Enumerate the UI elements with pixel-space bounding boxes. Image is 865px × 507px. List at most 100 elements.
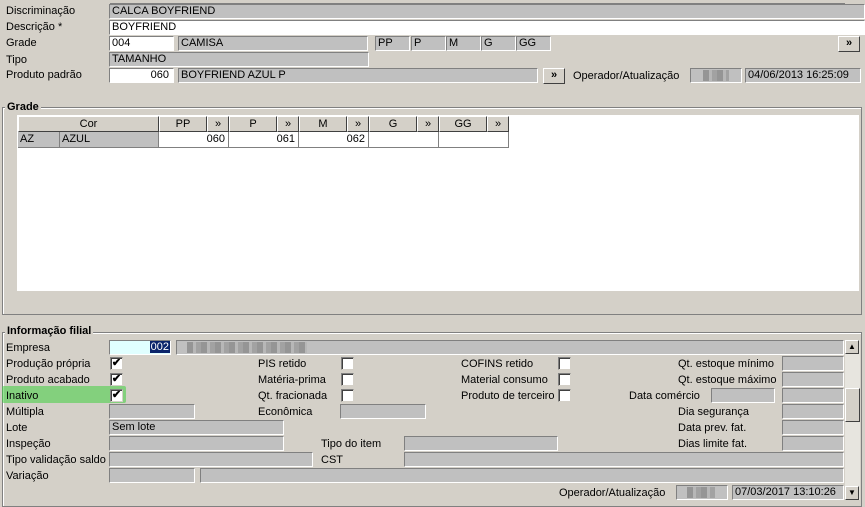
- col-header-p: P: [229, 116, 277, 132]
- cofins-retido-label: COFINS retido: [461, 358, 534, 370]
- grade-size-m: M: [446, 36, 481, 51]
- dia-seguranca-label: Dia segurança: [678, 406, 749, 418]
- info-filial-title: Informação filial: [5, 325, 94, 337]
- produto-acabado-checkbox[interactable]: ✔: [110, 373, 123, 386]
- descricao-label: Descrição *: [6, 21, 63, 33]
- col-gg-expand-button[interactable]: »: [487, 116, 509, 132]
- data-comercio-label: Data comércio: [629, 390, 700, 402]
- dia-seguranca-field[interactable]: [782, 404, 844, 419]
- row-cell-pp[interactable]: 060: [159, 132, 229, 148]
- row-cell-gg[interactable]: [439, 132, 509, 148]
- row-color-name[interactable]: AZUL: [60, 132, 159, 148]
- grade-size-pp: PP: [375, 36, 410, 51]
- grade-label: Grade: [6, 37, 37, 49]
- tipo-field: TAMANHO: [109, 52, 369, 67]
- produto-terceiro-checkbox[interactable]: [558, 389, 571, 402]
- producao-propria-checkbox[interactable]: ✔: [110, 357, 123, 370]
- grade-name-field: CAMISA: [178, 36, 368, 51]
- scroll-down-button[interactable]: ▼: [845, 486, 859, 500]
- material-consumo-label: Material consumo: [461, 374, 548, 386]
- multipla-field[interactable]: [109, 404, 195, 419]
- lote-label: Lote: [6, 422, 28, 434]
- inspecao-field[interactable]: [109, 436, 284, 451]
- tipo-item-field[interactable]: [404, 436, 558, 451]
- qt-estoque-maximo-field[interactable]: [782, 372, 844, 387]
- empresa-code-selected: 002: [149, 341, 170, 353]
- variacao-label: Variação: [6, 470, 49, 482]
- produto-acabado-label: Produto acabado: [6, 374, 90, 386]
- grade-group-title: Grade: [5, 101, 41, 113]
- tipo-item-label: Tipo do item: [321, 438, 382, 450]
- inativo-label: Inativo: [6, 390, 39, 402]
- empresa-name-field: [176, 340, 844, 355]
- atualizacao-datetime-top: 04/06/2013 16:25:09: [745, 68, 861, 83]
- variacao-field[interactable]: [109, 468, 195, 483]
- cofins-retido-checkbox[interactable]: [558, 357, 571, 370]
- operador-label-top: Operador/Atualização: [573, 70, 680, 82]
- grade-lookup-button[interactable]: »: [838, 36, 860, 52]
- col-header-m: M: [299, 116, 347, 132]
- discriminacao-label: Discriminação: [6, 5, 76, 17]
- col-header-pp: PP: [159, 116, 207, 132]
- col-m-expand-button[interactable]: »: [347, 116, 369, 132]
- dias-limite-fat-field[interactable]: [782, 436, 844, 451]
- col-header-cor: Cor: [18, 116, 159, 132]
- descricao-field[interactable]: BOYFRIEND: [109, 20, 865, 35]
- col-header-g: G: [369, 116, 417, 132]
- dias-limite-fat-label: Dias limite fat.: [678, 438, 748, 450]
- data-prev-fat-label: Data prev. fat.: [678, 422, 747, 434]
- operador-field-top: [690, 68, 742, 83]
- operador-field-bottom: [676, 485, 728, 500]
- col-g-expand-button[interactable]: »: [417, 116, 439, 132]
- produto-padrao-lookup-button[interactable]: »: [543, 68, 565, 84]
- empresa-code-field[interactable]: 002: [109, 340, 171, 355]
- tipo-validacao-label: Tipo validação saldo: [6, 454, 106, 466]
- grade-code-field[interactable]: 004: [109, 36, 174, 51]
- col-p-expand-button[interactable]: »: [277, 116, 299, 132]
- multipla-label: Múltipla: [6, 406, 44, 418]
- empresa-label: Empresa: [6, 342, 51, 354]
- economica-field[interactable]: [340, 404, 426, 419]
- producao-propria-label: Produção própria: [6, 358, 91, 370]
- data-comercio-field[interactable]: [711, 388, 775, 403]
- cst-label: CST: [321, 454, 343, 466]
- produto-padrao-label: Produto padrão: [6, 69, 82, 81]
- grade-size-g: G: [481, 36, 516, 51]
- col-header-gg: GG: [439, 116, 487, 132]
- scroll-thumb[interactable]: [845, 388, 860, 422]
- data-prev-fat-field[interactable]: [782, 420, 844, 435]
- lote-field[interactable]: Sem lote: [109, 420, 284, 435]
- grade-size-gg: GG: [516, 36, 551, 51]
- inspecao-label: Inspeção: [6, 438, 51, 450]
- grade-size-p: P: [411, 36, 446, 51]
- cst-field[interactable]: [404, 452, 844, 467]
- row-cell-p[interactable]: 061: [229, 132, 299, 148]
- tipo-label: Tipo: [6, 54, 27, 66]
- materia-prima-label: Matéria-prima: [258, 374, 326, 386]
- pis-retido-checkbox[interactable]: [341, 357, 354, 370]
- atualizacao-datetime-bottom: 07/03/2017 13:10:26: [732, 485, 844, 500]
- qt-fracionada-label: Qt. fracionada: [258, 390, 328, 402]
- produto-padrao-code-field[interactable]: 060: [109, 68, 174, 83]
- operador-label-bottom: Operador/Atualização: [559, 487, 666, 499]
- qt-estoque-minimo-label: Qt. estoque mínimo: [678, 358, 774, 370]
- pis-retido-label: PIS retido: [258, 358, 307, 370]
- qt-estoque-maximo-label: Qt. estoque máximo: [678, 374, 777, 386]
- scroll-up-button[interactable]: ▲: [845, 340, 859, 354]
- variacao-desc-field: [200, 468, 844, 483]
- extra-field-row3[interactable]: [782, 388, 844, 403]
- materia-prima-checkbox[interactable]: [341, 373, 354, 386]
- qt-estoque-minimo-field[interactable]: [782, 356, 844, 371]
- discriminacao-field[interactable]: CALCA BOYFRIEND: [109, 4, 865, 19]
- produto-padrao-name-field: BOYFRIEND AZUL P: [178, 68, 538, 83]
- economica-label: Econômica: [258, 406, 313, 418]
- col-pp-expand-button[interactable]: »: [207, 116, 229, 132]
- inativo-checkbox[interactable]: ✔: [110, 389, 123, 402]
- row-color-code[interactable]: AZ: [18, 132, 60, 148]
- row-cell-g[interactable]: [369, 132, 439, 148]
- tipo-validacao-field[interactable]: [109, 452, 313, 467]
- row-cell-m[interactable]: 062: [299, 132, 369, 148]
- qt-fracionada-checkbox[interactable]: [341, 389, 354, 402]
- produto-terceiro-label: Produto de terceiro: [461, 390, 555, 402]
- material-consumo-checkbox[interactable]: [558, 373, 571, 386]
